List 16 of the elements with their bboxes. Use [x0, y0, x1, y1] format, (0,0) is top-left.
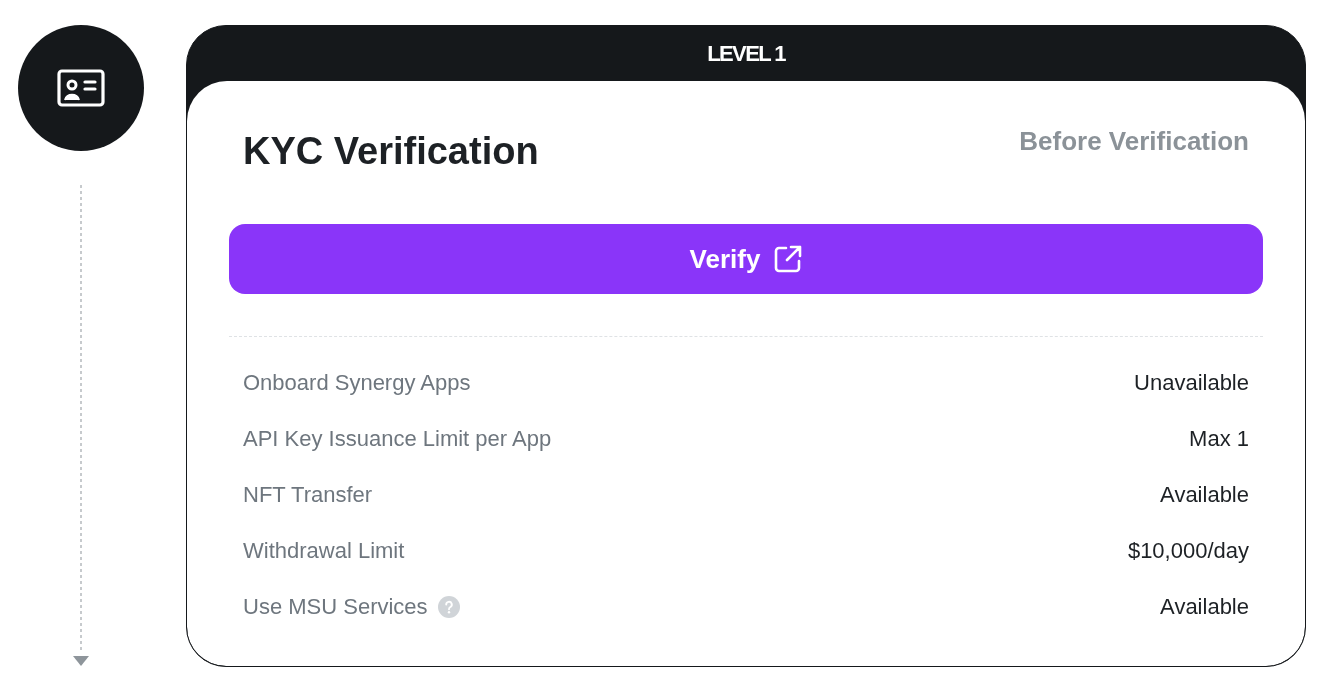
external-link-icon	[774, 245, 803, 273]
feature-label: Onboard Synergy Apps	[243, 370, 471, 396]
help-icon[interactable]	[437, 596, 460, 618]
feature-value: Available	[1160, 482, 1249, 508]
feature-value: Max 1	[1189, 426, 1249, 452]
feature-label: Use MSU Services	[243, 594, 428, 620]
card-title: KYC Verification	[243, 129, 539, 174]
feature-label: API Key Issuance Limit per App	[243, 426, 552, 452]
status-label: Before Verification	[1019, 126, 1249, 157]
feature-value: Unavailable	[1134, 370, 1249, 396]
level-label: LEVEL 1	[707, 40, 785, 67]
feature-value: $10,000/day	[1127, 538, 1249, 564]
feature-label: Withdrawal Limit	[243, 538, 405, 564]
verify-button[interactable]: Verify	[229, 224, 1263, 294]
feature-label: NFT Transfer	[243, 482, 373, 508]
feature-value: Available	[1160, 594, 1249, 620]
